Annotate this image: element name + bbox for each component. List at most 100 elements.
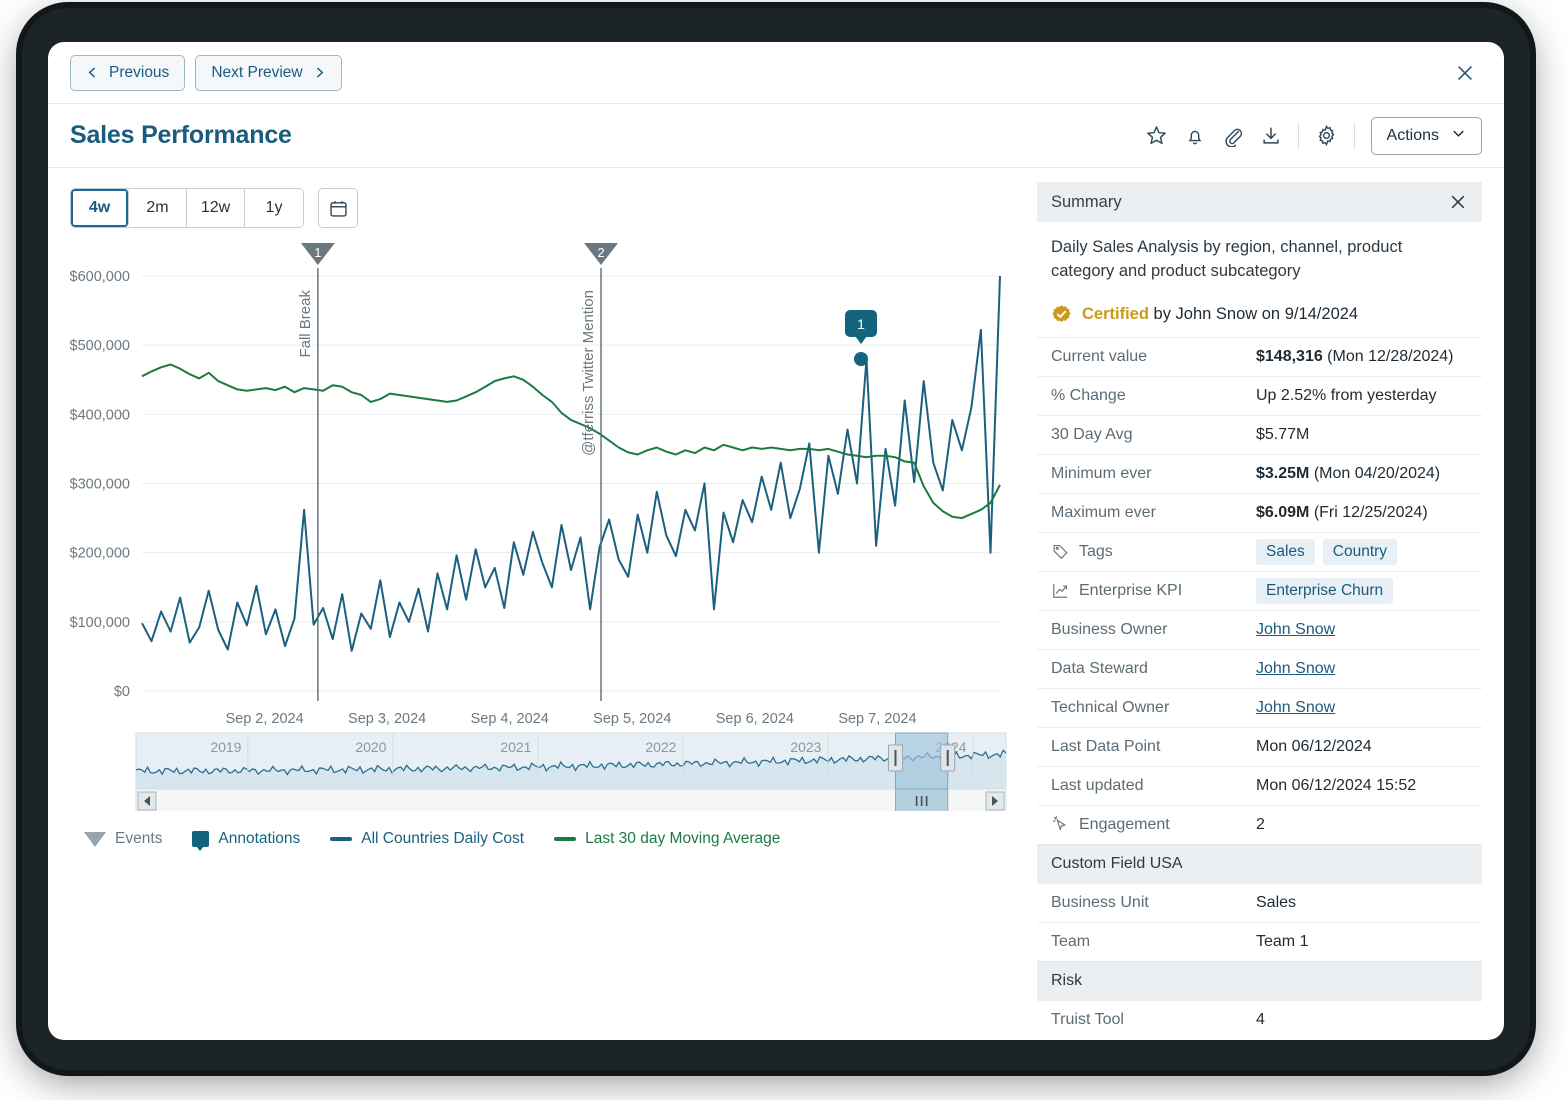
close-icon[interactable]	[1448, 56, 1482, 90]
summary-row: Last Data Point Mon 06/12/2024	[1037, 726, 1482, 766]
certified-badge-icon	[1051, 304, 1072, 325]
cursor-click-icon	[1051, 815, 1070, 834]
summary-value-primary: $6.09M	[1256, 503, 1310, 521]
range-option-4w[interactable]: 4w	[71, 189, 129, 227]
chart-annotation-marker[interactable]: 1	[845, 310, 878, 366]
legend-item-annotations[interactable]: Annotations	[192, 830, 301, 851]
title-bar: Sales Performance Actions	[48, 104, 1504, 168]
summary-panel: Summary Daily Sales Analysis by region, …	[1023, 168, 1504, 1040]
legend-item-events[interactable]: Events	[84, 830, 162, 848]
summary-row: Enterprise KPI Enterprise Churn	[1037, 570, 1482, 610]
summary-row-label-text: Truist Tool	[1051, 1010, 1124, 1028]
summary-row-value: Mon 06/12/2024 15:52	[1256, 776, 1417, 794]
summary-row-label-text: Last updated	[1051, 776, 1144, 794]
summary-row-label: Truist Tool	[1051, 1011, 1256, 1029]
summary-row-link[interactable]: John Snow	[1256, 660, 1335, 677]
summary-row-label-text: 30 Day Avg	[1051, 425, 1133, 443]
summary-row-value: Enterprise Churn	[1256, 577, 1401, 604]
summary-row-value: John Snow	[1256, 660, 1335, 678]
toolbar-divider-2	[1353, 122, 1355, 149]
previous-button[interactable]: Previous	[70, 54, 186, 91]
summary-row-label: Enterprise KPI	[1051, 581, 1256, 600]
summary-row-label: Current value	[1051, 348, 1256, 366]
next-preview-button[interactable]: Next Preview	[195, 54, 342, 91]
next-preview-button-label: Next Preview	[211, 63, 303, 81]
daily-cost-line-swatch	[330, 837, 353, 841]
summary-row-label-text: Data Steward	[1051, 659, 1148, 677]
event-label: @tferriss Twitter Mention	[580, 290, 597, 456]
summary-row-link[interactable]: John Snow	[1256, 621, 1335, 638]
star-icon[interactable]	[1145, 124, 1168, 147]
summary-row: Last updated Mon 06/12/2024 15:52	[1037, 765, 1482, 805]
summary-row: Business Owner John Snow	[1037, 609, 1482, 649]
navigator-handle-left[interactable]	[888, 744, 904, 772]
legend-item-moving-average[interactable]: Last 30 day Moving Average	[554, 830, 780, 848]
certified-row: Certified by John Snow on 9/14/2024	[1037, 298, 1482, 337]
summary-row: Maximum ever $6.09M (Fri 12/25/2024)	[1037, 492, 1482, 532]
x-axis-tick-label: Sep 6, 2024	[716, 711, 794, 727]
range-option-12w[interactable]: 12w	[187, 189, 245, 227]
download-icon[interactable]	[1260, 125, 1282, 147]
summary-header: Summary	[1037, 182, 1482, 222]
summary-row-label-text: Minimum ever	[1051, 464, 1152, 482]
actions-button-label: Actions	[1386, 126, 1439, 144]
calendar-icon[interactable]	[318, 188, 358, 228]
summary-close-icon[interactable]	[1448, 192, 1468, 212]
summary-row-label: Last Data Point	[1051, 738, 1256, 756]
chart-event-marker[interactable]: 2 @tferriss Twitter Mention	[580, 243, 619, 701]
summary-row: Technical Owner John Snow	[1037, 687, 1482, 727]
summary-row-value: Team 1	[1256, 932, 1309, 950]
y-axis-tick-label: $100,000	[70, 615, 130, 631]
summary-value-secondary: (Mon 12/28/2024)	[1322, 347, 1454, 365]
y-axis-tick-label: $400,000	[70, 407, 130, 423]
summary-row-value: Up 2.52% from yesterday	[1256, 386, 1437, 404]
summary-row-value: 2	[1256, 815, 1265, 833]
event-number: 2	[597, 245, 604, 260]
legend-item-daily-cost[interactable]: All Countries Daily Cost	[330, 830, 524, 848]
chart-legend: Events Annotations All Countries Daily C…	[70, 830, 1023, 851]
summary-row-label: 30 Day Avg	[1051, 426, 1256, 444]
event-label: Fall Break	[297, 290, 314, 358]
summary-row-label: Tags	[1051, 542, 1256, 561]
annotation-number: 1	[857, 316, 865, 332]
chevron-right-icon	[313, 66, 326, 79]
summary-chip[interactable]: Enterprise Churn	[1256, 577, 1394, 604]
trending-up-icon	[1051, 581, 1070, 600]
summary-row-label-text: Tags	[1079, 542, 1113, 560]
moving-average-line-swatch	[554, 837, 577, 841]
bell-icon[interactable]	[1184, 125, 1206, 147]
chart-event-marker[interactable]: 1 Fall Break	[297, 243, 335, 701]
summary-row-label-text: Enterprise KPI	[1079, 581, 1183, 599]
legend-label-events: Events	[115, 830, 163, 847]
summary-row-label-text: Risk	[1051, 971, 1083, 989]
summary-row: Current value $148,316 (Mon 12/28/2024)	[1037, 336, 1482, 376]
summary-chip[interactable]: Country	[1322, 538, 1398, 565]
summary-row-value: John Snow	[1256, 621, 1335, 639]
navigator-year-label: 2020	[355, 739, 386, 755]
summary-row-value: $3.25M (Mon 04/20/2024)	[1256, 465, 1440, 483]
annotations-marker-icon	[192, 831, 210, 851]
summary-row-label-text: Current value	[1051, 347, 1148, 365]
events-triangle-icon	[84, 831, 106, 847]
summary-row-label: Last updated	[1051, 777, 1256, 795]
annotation-bubble-tail	[855, 336, 868, 344]
y-axis-tick-label: $500,000	[70, 338, 130, 354]
range-option-2m[interactable]: 2m	[129, 189, 187, 227]
summary-value-primary: $3.25M	[1256, 464, 1310, 482]
device-frame: Previous Next Preview Sales Performance	[22, 8, 1530, 1070]
range-toolbar: 4w 2m 12w 1y	[70, 188, 1023, 228]
legend-label-annotations: Annotations	[218, 830, 301, 847]
summary-chip[interactable]: Sales	[1256, 538, 1315, 565]
timeseries-chart[interactable]: $600,000 $500,000 $400,000 $300,000 $200,000…	[70, 236, 1010, 814]
summary-row-link[interactable]: John Snow	[1256, 699, 1335, 716]
navigator-scrollbar[interactable]	[135, 788, 1007, 814]
summary-row-label-text: Business Unit	[1051, 893, 1149, 911]
navigator-handle-right[interactable]	[940, 744, 956, 772]
gear-icon[interactable]	[1315, 124, 1338, 147]
navigator-selection[interactable]	[895, 732, 949, 790]
summary-row-label: Custom Field USA	[1051, 855, 1183, 873]
tag-icon	[1051, 542, 1070, 561]
range-option-1y[interactable]: 1y	[245, 189, 303, 227]
actions-button[interactable]: Actions	[1370, 116, 1482, 155]
paperclip-icon[interactable]	[1222, 125, 1244, 147]
